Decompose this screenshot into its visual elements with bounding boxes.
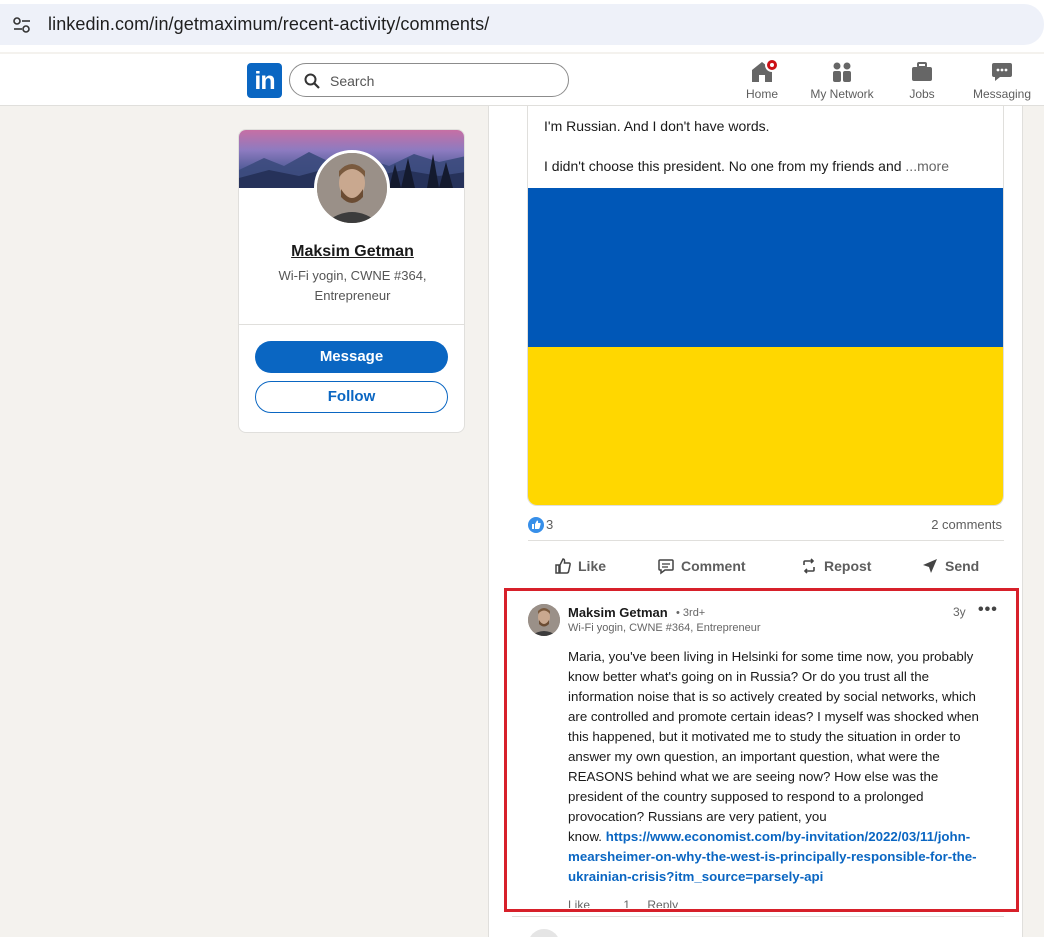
messaging-icon: [992, 63, 1012, 81]
comment-line: Maria, you've been living in Helsinki fo…: [568, 649, 974, 664]
notification-badge: [765, 58, 779, 72]
shared-post[interactable]: I'm Russian. And I don't have words. I d…: [527, 106, 1004, 506]
comment-reply-button[interactable]: Reply: [647, 898, 678, 908]
comment-line: provocation? Russians are very patient, …: [568, 809, 827, 824]
url-field[interactable]: linkedin.com/in/getmaximum/recent-activi…: [0, 4, 1044, 45]
briefcase-icon: [912, 62, 932, 81]
comment-timestamp: 3y: [953, 605, 966, 619]
site-info-icon[interactable]: [12, 16, 32, 34]
comment-icon: [658, 559, 674, 575]
comment-author-avatar[interactable]: [528, 604, 560, 636]
repost-icon: [803, 558, 815, 574]
comment-line-text: know.: [568, 829, 603, 844]
article-link[interactable]: https://www.economist.com/by-invitation/…: [606, 829, 971, 844]
comment-button[interactable]: Comment: [657, 554, 746, 578]
nav-messaging[interactable]: Messaging: [962, 58, 1042, 104]
social-counts: 3 2 comments: [528, 515, 1004, 535]
comment-line: are controlled and promote certain ideas…: [568, 709, 979, 724]
comment-line: president of the country supposed to res…: [568, 789, 924, 804]
post-text-line: I didn't choose this president. No one f…: [544, 158, 949, 174]
send-icon: [923, 559, 937, 573]
comment-options-icon[interactable]: •••: [978, 601, 998, 619]
browser-address-bar: linkedin.com/in/getmaximum/recent-activi…: [0, 0, 1044, 52]
comment-label: Comment: [681, 558, 746, 574]
url-text[interactable]: linkedin.com/in/getmaximum/recent-activi…: [48, 14, 489, 35]
linkedin-logo[interactable]: in: [247, 63, 282, 98]
connection-degree: • 3rd+: [676, 607, 706, 619]
send-button[interactable]: Send: [921, 554, 979, 578]
divider: [239, 324, 464, 325]
thumbs-up-icon: [555, 558, 571, 574]
network-icon: [833, 62, 851, 82]
comment-line: information noise that is so actively cr…: [568, 689, 976, 704]
comments-count[interactable]: 2 comments: [931, 517, 1002, 532]
send-label: Send: [945, 558, 980, 574]
nav-home-label: Home: [745, 87, 778, 101]
repost-button[interactable]: Repost: [800, 554, 871, 578]
nav-jobs-label: Jobs: [909, 87, 935, 101]
profile-avatar[interactable]: [314, 150, 390, 226]
comment-line: REASONS behind what we are seeing now? H…: [568, 769, 939, 784]
message-button[interactable]: Message: [255, 341, 448, 373]
nav-home[interactable]: Home: [722, 58, 802, 104]
comment-like-count: 1: [623, 898, 631, 908]
follow-button[interactable]: Follow: [255, 381, 448, 413]
comment-line: this happened, but it motivated me to st…: [568, 729, 961, 744]
profile-card: Maksim Getman Wi-Fi yogin, CWNE #364, En…: [238, 129, 465, 433]
comment-text: Maria, you've been living in Helsinki fo…: [568, 647, 1000, 887]
comment-actions: Like 1 Reply: [568, 898, 678, 908]
comment-author-name[interactable]: Maksim Getman: [568, 605, 668, 620]
divider: [512, 916, 1004, 917]
profile-name[interactable]: Maksim Getman: [239, 243, 464, 261]
comment-line: answer my own question, an important que…: [568, 749, 940, 764]
profile-headline: Wi-Fi yogin, CWNE #364, Entrepreneur: [278, 268, 427, 303]
linkedin-top-nav: in Home My Network Jobs: [0, 54, 1044, 106]
like-reaction-icon: [528, 517, 544, 533]
nav-my-network-label: My Network: [810, 87, 874, 101]
search-icon: [304, 73, 320, 89]
like-label: Like: [578, 558, 607, 574]
repost-label: Repost: [824, 558, 872, 574]
nav-messaging-label: Messaging: [972, 87, 1032, 101]
divider: [528, 540, 1004, 541]
post-text-line-2: I didn't choose this president. No one f…: [544, 158, 902, 174]
ukraine-flag-yellow: [528, 347, 1003, 505]
post-text-line: I'm Russian. And I don't have words.: [544, 118, 770, 134]
search-box[interactable]: [289, 63, 569, 97]
article-link[interactable]: mearsheimer-on-why-the-west-is-principal…: [568, 847, 1000, 867]
comment-line: know. https://www.economist.com/by-invit…: [568, 827, 1000, 847]
see-more-link[interactable]: ...more: [905, 158, 949, 174]
comment-like-button[interactable]: Like: [568, 898, 590, 908]
nav-jobs[interactable]: Jobs: [882, 58, 962, 104]
search-input[interactable]: [330, 71, 550, 91]
ukraine-flag-blue: [528, 188, 1003, 347]
nav-my-network[interactable]: My Network: [802, 58, 882, 104]
article-link[interactable]: ukrainian-crisis?itm_source=parsely-api: [568, 867, 1000, 887]
comment-line: know better what's going on in Russia? O…: [568, 669, 930, 684]
like-button[interactable]: Like: [554, 554, 606, 578]
comment-author-headline: Wi-Fi yogin, CWNE #364, Entrepreneur: [568, 622, 761, 634]
reaction-count[interactable]: 3: [546, 517, 553, 532]
